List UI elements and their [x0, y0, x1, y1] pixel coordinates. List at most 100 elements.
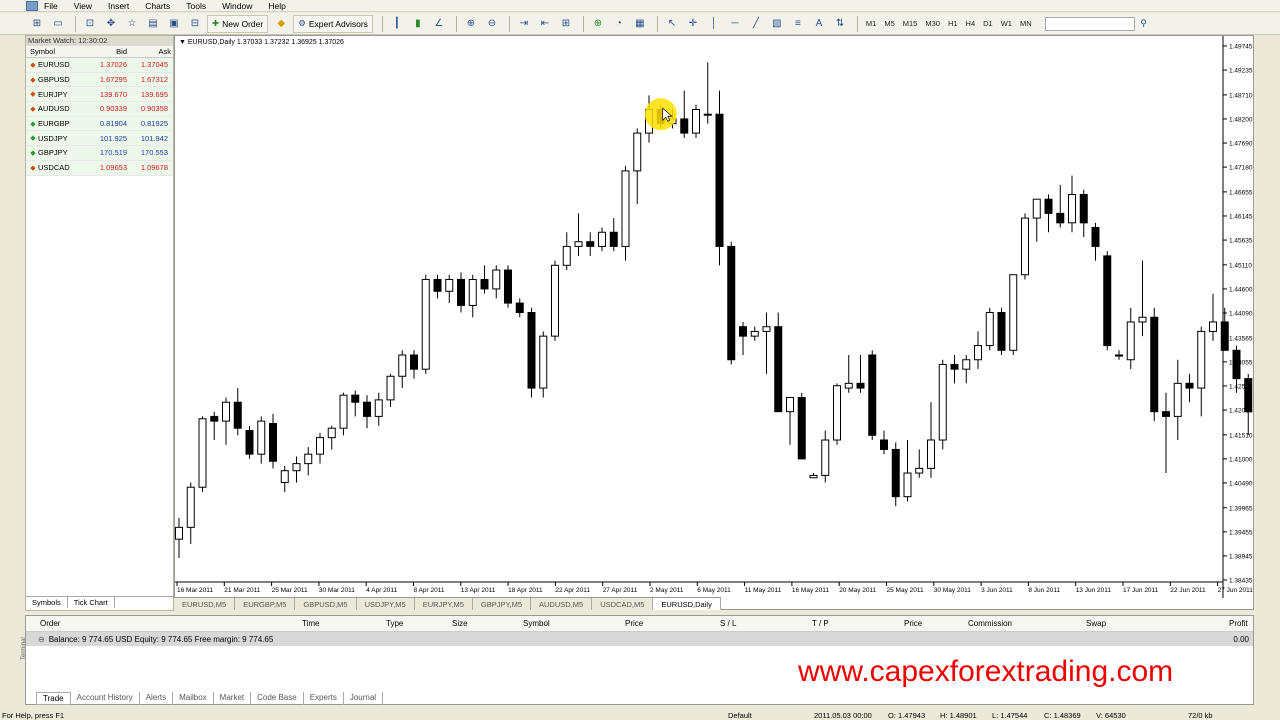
terminal-icon[interactable]: ▣	[165, 15, 183, 33]
chart-tab[interactable]: GBPUSD,M5	[295, 598, 357, 610]
favorites-icon[interactable]: ☆	[123, 15, 141, 33]
autoscroll-icon[interactable]: ⇥	[515, 15, 533, 33]
expert-advisors-button[interactable]: ⚙ Expert Advisors	[293, 14, 373, 33]
timeframe-m15[interactable]: M15	[900, 17, 921, 31]
menu-tools[interactable]: Tools	[186, 1, 206, 11]
terminal-column-header[interactable]: Size	[452, 619, 468, 628]
terminal-tab[interactable]: Account History	[71, 692, 140, 705]
chart-tab[interactable]: GBPJPY,M5	[473, 598, 532, 610]
crosshair-icon[interactable]: ✛	[684, 15, 702, 33]
text-icon[interactable]: A	[810, 15, 828, 33]
market-watch-row[interactable]: ◆ EURGBP 0.81904 0.81925	[26, 116, 173, 132]
terminal-tab[interactable]: Mailbox	[173, 692, 214, 705]
navigator-icon[interactable]: ✥	[102, 15, 120, 33]
chart-window[interactable]: 1.49745 1.49235 1.48710 1.48200 1.47690 1.471…	[174, 35, 1254, 610]
chart-tab[interactable]: EURJPY,M5	[415, 598, 473, 610]
terminal-column-header[interactable]: Price	[904, 619, 922, 628]
price-label: 1.45110	[1229, 262, 1252, 269]
terminal-tab[interactable]: Market	[214, 692, 252, 705]
zoom-in-icon[interactable]: ⊕	[462, 15, 480, 33]
chart-tab[interactable]: USDCAD,M5	[592, 598, 654, 610]
market-watch-row[interactable]: ◆ EURUSD 1.37026 1.37045	[26, 58, 173, 73]
bar-chart-icon[interactable]: ┃	[388, 15, 406, 33]
chart-tab[interactable]: USDJPY,M5	[357, 598, 415, 610]
menu-view[interactable]: View	[74, 1, 92, 11]
timeframe-m30[interactable]: M30	[922, 17, 943, 31]
chart-tab[interactable]: AUDUSD,M5	[531, 598, 593, 610]
profiles-icon[interactable]: ▭	[49, 15, 67, 33]
tester-icon[interactable]: ⊟	[186, 15, 204, 33]
new-order-button[interactable]: ✚ New Order	[207, 14, 269, 33]
chart-shift-icon[interactable]: ⇤	[536, 15, 554, 33]
terminal-column-header[interactable]: Swap	[1086, 619, 1106, 628]
timeframe-m5[interactable]: M5	[881, 17, 897, 31]
candle-body	[1173, 382, 1182, 417]
market-watch-row[interactable]: ◆ EURJPY 139.670 139.695	[26, 87, 173, 103]
terminal-column-header[interactable]: Time	[302, 619, 319, 628]
trendline-icon[interactable]: ╱	[747, 15, 765, 33]
data-window-icon[interactable]: ▤	[144, 15, 162, 33]
zoom-out-icon[interactable]: ⊖	[483, 15, 501, 33]
timeframe-d1[interactable]: D1	[980, 17, 996, 31]
timeframe-m1[interactable]: M1	[863, 17, 879, 31]
tile-icon[interactable]: ⊞	[557, 15, 575, 33]
menu-insert[interactable]: Insert	[108, 1, 129, 11]
templates-icon[interactable]: ▦	[631, 15, 649, 33]
cursor-icon[interactable]: ↖	[663, 15, 681, 33]
periods-icon[interactable]: ◔	[610, 15, 628, 33]
vertical-line-icon[interactable]: │	[705, 15, 723, 33]
terminal-tab[interactable]: Experts	[304, 692, 344, 705]
terminal-tab[interactable]: Journal	[344, 692, 384, 705]
ask-cell: 139.695	[140, 89, 168, 99]
search-input[interactable]	[1044, 16, 1135, 31]
chart-tab[interactable]: EURUSD,Daily	[653, 598, 721, 610]
arrows-icon[interactable]: ⇅	[831, 15, 849, 33]
horizontal-line-icon[interactable]: ─	[726, 15, 744, 33]
terminal-column-header[interactable]: Profit	[1229, 619, 1248, 628]
chart-menu-icon[interactable]: ▼	[179, 39, 188, 46]
market-watch-icon[interactable]: ⊡	[81, 15, 99, 33]
symbol-name: EURJPY	[38, 89, 68, 99]
terminal-column-header[interactable]: Type	[386, 619, 403, 628]
menu-charts[interactable]: Charts	[145, 1, 170, 11]
terminal-tab[interactable]: Trade	[36, 692, 71, 705]
line-chart-icon[interactable]: ∠	[430, 15, 448, 33]
ask-column-header[interactable]: Ask	[127, 46, 171, 57]
terminal-column-header[interactable]: Price	[625, 619, 643, 628]
menu-file[interactable]: File	[44, 1, 58, 11]
terminal-tab[interactable]: Alerts	[140, 692, 174, 705]
timeframe-mn[interactable]: MN	[1017, 17, 1035, 31]
market-watch-row[interactable]: ◆ AUDUSD 0.90339 0.90358	[26, 102, 173, 117]
metaeditor-icon[interactable]: ◆	[272, 15, 290, 33]
market-watch-row[interactable]: ◆ GBPUSD 1.67295 1.67312	[26, 72, 173, 88]
tab-symbols[interactable]: Symbols	[26, 597, 68, 608]
tab-tick-chart[interactable]: Tick Chart	[68, 597, 115, 608]
timeframe-h4[interactable]: H4	[963, 17, 979, 31]
fibonacci-icon[interactable]: ≡	[789, 15, 807, 33]
search-icon[interactable]: ⚲	[1135, 15, 1153, 33]
market-watch-row[interactable]: ◆ GBPJPY 170.519 170.553	[26, 146, 173, 161]
terminal-column-header[interactable]: Commission	[968, 619, 1012, 628]
chart-tab[interactable]: EURUSD,M5	[174, 598, 236, 610]
candlestick-chart[interactable]: 1.49745 1.49235 1.48710 1.48200 1.47690 1.471…	[175, 36, 1253, 598]
market-watch-row[interactable]: ◆ USDJPY 101.925 101.942	[26, 131, 173, 147]
menu-window[interactable]: Window	[222, 1, 252, 11]
market-watch-row[interactable]: ◆ USDCAD 1.09653 1.09678	[26, 160, 173, 176]
terminal-column-header[interactable]: S / L	[720, 619, 736, 628]
chart-tab[interactable]: EURGBP,M5	[235, 598, 296, 610]
new-chart-icon[interactable]: ⊞	[28, 15, 46, 33]
terminal-column-header[interactable]: T / P	[812, 619, 829, 628]
indicators-icon[interactable]: ⊕	[589, 15, 607, 33]
balance-row[interactable]: ⊖ Balance: 9 774.65 USD Equity: 9 774.65…	[26, 632, 1253, 646]
bid-column-header[interactable]: Bid	[93, 46, 127, 57]
menu-help[interactable]: Help	[268, 1, 285, 11]
status-time: 2011.05.03 00:00	[814, 711, 872, 720]
timeframe-w1[interactable]: W1	[998, 17, 1015, 31]
terminal-tab[interactable]: Code Base	[251, 692, 304, 705]
symbol-column-header[interactable]: Symbol	[26, 46, 93, 57]
channel-icon[interactable]: ▧	[768, 15, 786, 33]
terminal-column-header[interactable]: Order	[40, 619, 60, 628]
timeframe-h1[interactable]: H1	[945, 17, 961, 31]
candlestick-icon[interactable]: ▮	[409, 15, 427, 33]
terminal-column-header[interactable]: Symbol	[523, 619, 550, 628]
